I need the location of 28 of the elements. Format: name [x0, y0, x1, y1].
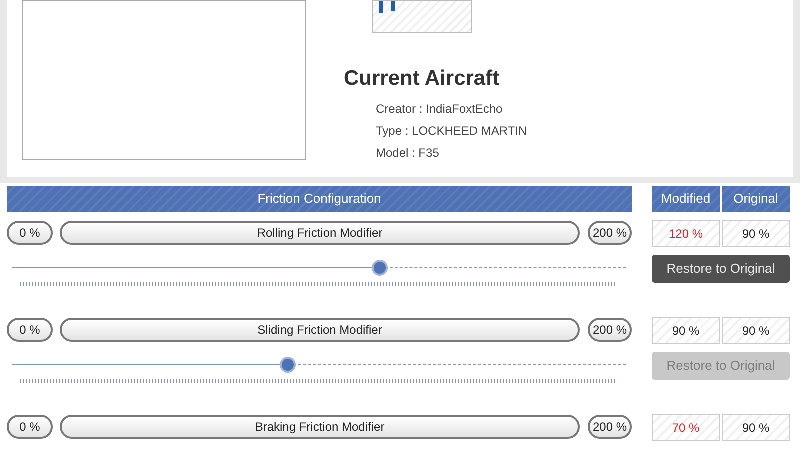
column-header: Original: [722, 186, 790, 212]
column-header: Modified: [652, 186, 720, 212]
restore-button[interactable]: Restore to Original: [652, 255, 790, 283]
section-header: Friction Configuration: [7, 186, 632, 212]
min-label: 0 %: [7, 318, 53, 342]
max-label: 200 %: [588, 415, 632, 439]
slider-thumb[interactable]: [372, 260, 388, 276]
original-value: 90 %: [722, 414, 790, 441]
min-label: 0 %: [7, 415, 53, 439]
original-value: 90 %: [722, 317, 790, 344]
modified-value: 70 %: [652, 414, 720, 441]
slider[interactable]: [12, 260, 626, 276]
max-label: 200 %: [588, 318, 632, 342]
detail-text: Model : F35: [376, 144, 440, 160]
slider-title: Sliding Friction Modifier: [60, 318, 580, 342]
section-heading: Current Aircraft: [344, 66, 501, 92]
detail-text: Creator : IndiaFoxtEcho: [376, 100, 504, 116]
assign-button[interactable]: [372, 0, 472, 33]
modified-value: 120 %: [652, 220, 720, 247]
slider-thumb[interactable]: [280, 357, 296, 373]
modified-value: 90 %: [652, 317, 720, 344]
detail-text: Type : LOCKHEED MARTIN: [376, 122, 528, 138]
max-label: 200 %: [588, 221, 632, 245]
slider[interactable]: [12, 357, 626, 373]
slider-title: Rolling Friction Modifier: [60, 221, 580, 245]
slider-title: Braking Friction Modifier: [60, 415, 580, 439]
original-value: 90 %: [722, 220, 790, 247]
min-label: 0 %: [7, 221, 53, 245]
